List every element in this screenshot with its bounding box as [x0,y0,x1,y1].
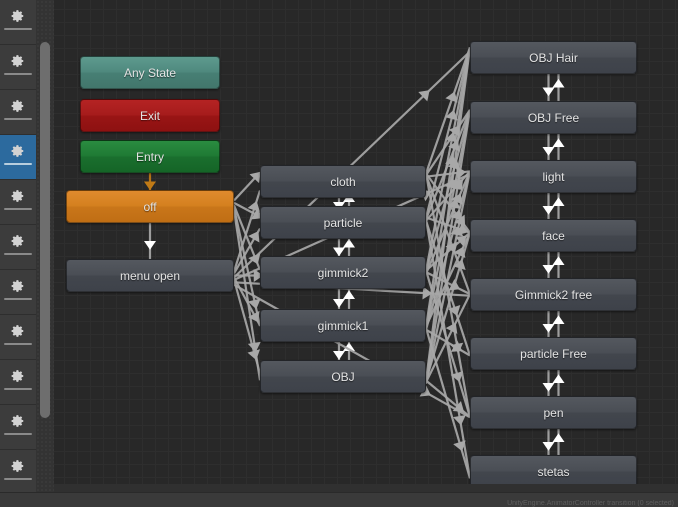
status-bar-text: UnityEngine.AnimatorController transitio… [507,500,674,507]
sidebar-item-3[interactable] [0,135,36,180]
state-node-label: cloth [330,174,356,189]
state-node-label: OBJ Hair [529,50,578,65]
state-node-face[interactable]: face [470,219,637,252]
state-node-particle_free[interactable]: particle Free [470,337,637,370]
sidebar-item-7[interactable] [0,315,36,360]
sidebar-item-0[interactable] [0,0,36,45]
animator-window: Any State Exit Entry off menu open cloth parti… [0,0,678,507]
state-node-label: menu open [119,268,181,283]
state-node-label: Any State [123,65,177,80]
sidebar [0,0,36,507]
sidebar-item-9[interactable] [0,405,36,450]
state-node-any_state[interactable]: Any State [80,56,220,89]
state-node-exit[interactable]: Exit [80,99,220,132]
sidebar-item-divider [4,73,32,75]
sidebar-item-divider [4,208,32,210]
state-node-label: gimmick1 [317,318,369,333]
state-node-off[interactable]: off [66,190,234,223]
sidebar-item-divider [4,28,32,30]
sidebar-item-divider [4,253,32,255]
state-node-label: stetas [537,464,570,479]
state-node-obj[interactable]: OBJ [260,360,426,393]
sidebar-item-2[interactable] [0,90,36,135]
state-node-label: Exit [139,108,160,123]
state-node-obj_free[interactable]: OBJ Free [470,101,637,134]
sidebar-item-6[interactable] [0,270,36,315]
state-node-gimmick2[interactable]: gimmick2 [260,256,426,289]
state-node-gimmick1[interactable]: gimmick1 [260,309,426,342]
state-node-pen[interactable]: pen [470,396,637,429]
state-node-light[interactable]: light [470,160,637,193]
sidebar-item-divider [4,433,32,435]
sidebar-item-10[interactable] [0,450,36,495]
sidebar-item-divider [4,478,32,480]
state-node-label: face [542,228,565,243]
sidebar-item-divider [4,388,32,390]
state-node-entry[interactable]: Entry [80,140,220,173]
sidebar-item-4[interactable] [0,180,36,225]
state-node-label: OBJ Free [527,110,580,125]
state-node-label: OBJ [331,369,355,384]
state-node-particle[interactable]: particle [260,206,426,239]
horizontal-scrollbar[interactable] [54,484,678,492]
sidebar-item-divider [4,118,32,120]
state-node-gimmick2_free[interactable]: Gimmick2 free [470,278,637,311]
state-node-label: particle Free [520,346,587,361]
vertical-scrollbar-thumb[interactable] [40,42,50,418]
sidebar-item-divider [4,163,32,165]
state-node-label: Entry [135,149,164,164]
sidebar-item-divider [4,298,32,300]
state-node-label: particle [323,215,363,230]
sidebar-item-5[interactable] [0,225,36,270]
animator-graph-canvas[interactable]: Any State Exit Entry off menu open cloth parti… [54,0,678,492]
state-node-label: off [143,199,157,214]
state-node-label: Gimmick2 free [514,287,593,302]
state-node-label: gimmick2 [317,265,369,280]
state-node-menu_open[interactable]: menu open [66,259,234,292]
state-node-label: light [542,169,565,184]
state-node-label: pen [543,405,564,420]
state-node-obj_hair[interactable]: OBJ Hair [470,41,637,74]
state-node-cloth[interactable]: cloth [260,165,426,198]
sidebar-item-8[interactable] [0,360,36,405]
status-bar: UnityEngine.AnimatorController transitio… [0,492,678,507]
sidebar-item-1[interactable] [0,45,36,90]
sidebar-item-divider [4,343,32,345]
